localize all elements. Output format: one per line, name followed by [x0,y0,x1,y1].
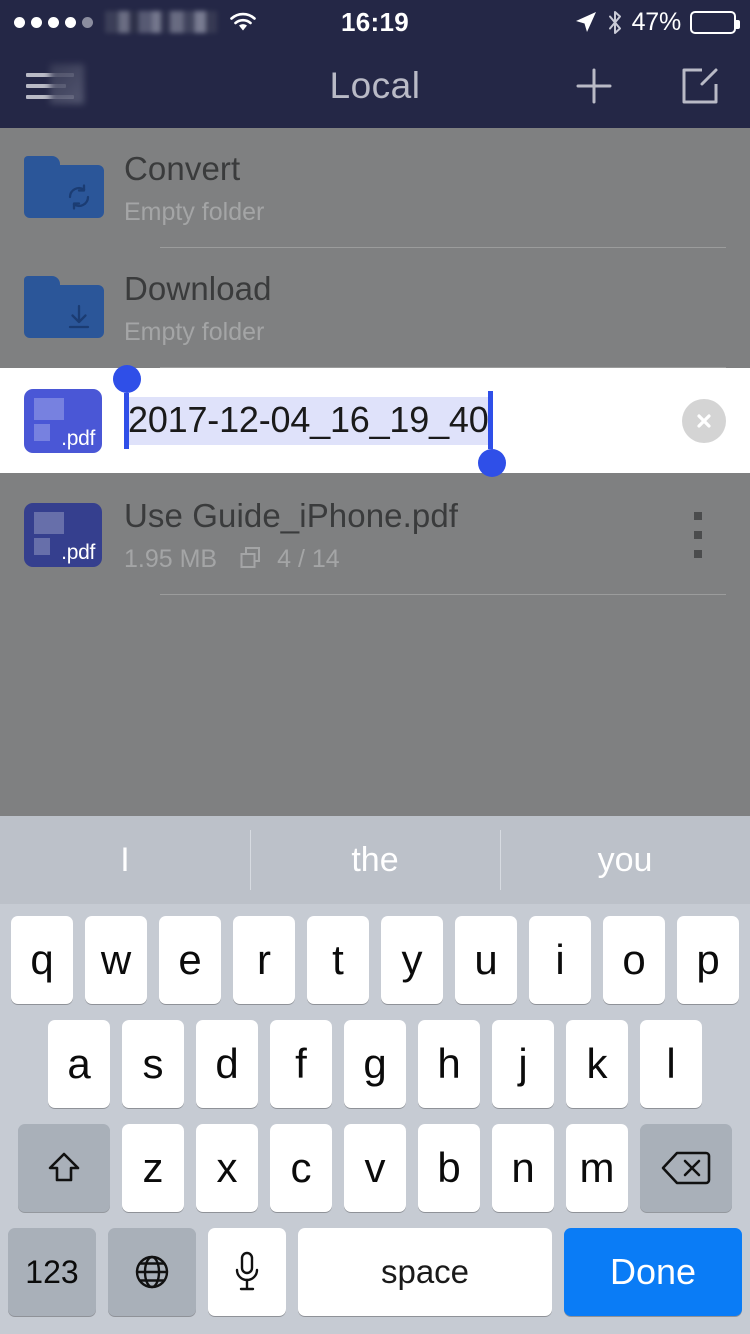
keyboard-keys[interactable]: q w e r t y u i o p a s d f g h j k l z … [0,904,750,1334]
signal-dot [82,16,93,28]
file-name: Download [124,269,272,307]
folder-download-icon [24,276,104,340]
status-bar-left [14,11,574,33]
key-h[interactable]: h [418,1020,480,1108]
keyboard-row-1: q w e r t y u i o p [6,916,744,1004]
microphone-icon[interactable] [208,1228,286,1316]
pdf-file-icon: .pdf [24,388,104,453]
key-d[interactable]: d [196,1020,258,1108]
key-i[interactable]: i [529,916,591,1004]
wifi-icon [228,11,258,33]
key-s[interactable]: s [122,1020,184,1108]
key-b[interactable]: b [418,1124,480,1212]
signal-dot [65,16,76,28]
file-list[interactable]: Convert Empty folder Download Empty fold… [0,128,750,816]
clear-text-button[interactable] [682,398,726,443]
menu-badge-blurred [50,64,84,104]
shift-arrow-icon[interactable] [18,1124,110,1212]
keyboard-row-3: z x c v b n m [6,1124,744,1212]
signal-dot [14,16,25,28]
signal-dot [31,16,42,28]
battery-icon [690,10,740,34]
key-w[interactable]: w [85,916,147,1004]
key-q[interactable]: q [11,916,73,1004]
numbers-key[interactable]: 123 [8,1228,96,1316]
key-n[interactable]: n [492,1124,554,1212]
signal-dot [48,16,59,28]
status-bar-right: 47% [574,7,740,37]
folder-sync-icon [24,156,104,220]
list-item[interactable]: Download Empty folder [0,248,750,368]
row-divider [160,594,726,595]
plus-icon[interactable] [570,62,618,110]
prediction-bar[interactable]: I the you [0,816,750,904]
key-c[interactable]: c [270,1124,332,1212]
kebab-menu-icon[interactable] [670,512,726,558]
key-m[interactable]: m [566,1124,628,1212]
keyboard-bottom-inset [6,1316,744,1334]
key-k[interactable]: k [566,1020,628,1108]
file-subtitle: Empty folder [124,197,265,226]
key-e[interactable]: e [159,916,221,1004]
ios-keyboard[interactable]: I the you q w e r t y u i o p a s d f g … [0,816,750,1334]
key-u[interactable]: u [455,916,517,1004]
key-a[interactable]: a [48,1020,110,1108]
compose-edit-icon[interactable] [676,62,724,110]
key-z[interactable]: z [122,1124,184,1212]
signal-strength-dots [14,16,93,28]
list-item-text: Use Guide_iPhone.pdf 1.95 MB 4 / 14 [124,475,670,595]
battery-percent-label: 47% [631,7,682,36]
rename-input-value: 2017-12-04_16_19_40 [128,398,489,440]
pages-copy-icon [239,546,265,572]
file-name: Convert [124,149,241,187]
list-item-renaming[interactable]: .pdf 2017-12-04_16_19_40 [0,364,750,477]
list-item-text: Convert Empty folder [124,128,726,248]
key-r[interactable]: r [233,916,295,1004]
key-t[interactable]: t [307,916,369,1004]
file-size: 1.95 MB [124,544,218,573]
key-j[interactable]: j [492,1020,554,1108]
space-key[interactable]: space [298,1228,552,1316]
rename-input[interactable]: 2017-12-04_16_19_40 [113,364,506,477]
bluetooth-icon [607,10,623,35]
selection-caret-start [124,392,129,449]
list-item[interactable]: Convert Empty folder [0,128,750,248]
navigation-bar: Local [0,44,750,128]
pdf-file-icon: .pdf [24,503,104,567]
selection-handle-start[interactable] [113,364,141,393]
rename-input-wrap[interactable]: 2017-12-04_16_19_40 [113,364,668,477]
key-o[interactable]: o [603,916,665,1004]
key-f[interactable]: f [270,1020,332,1108]
file-subtitle: Empty folder [124,317,265,346]
selection-handle-end[interactable] [477,448,506,477]
backspace-delete-icon[interactable] [640,1124,732,1212]
keyboard-row-4: 123 space Done [6,1228,744,1316]
key-y[interactable]: y [381,916,443,1004]
globe-language-icon[interactable] [108,1228,196,1316]
list-item[interactable]: .pdf Use Guide_iPhone.pdf 1.95 MB 4 / 14 [0,475,750,595]
selection-caret-end [487,390,493,449]
carrier-name-blurred [105,11,217,33]
key-p[interactable]: p [677,916,739,1004]
suggestion-chip[interactable]: I [0,816,250,904]
hamburger-menu-icon[interactable] [26,64,84,106]
pdf-extension-label: .pdf [61,541,95,564]
suggestion-chip[interactable]: you [500,816,750,904]
key-g[interactable]: g [344,1020,406,1108]
pdf-extension-label: .pdf [61,426,95,450]
list-item-text: Download Empty folder [124,248,726,368]
location-arrow-icon [574,10,598,34]
done-key[interactable]: Done [564,1228,742,1316]
navigation-actions [570,62,724,110]
key-l[interactable]: l [640,1020,702,1108]
iphone-screen: 16:19 47% Local Convert Empty folder Dow… [0,0,750,1334]
file-name: Use Guide_iPhone.pdf [124,496,459,534]
key-x[interactable]: x [196,1124,258,1212]
keyboard-row-2: a s d f g h j k l [6,1020,744,1108]
suggestion-chip[interactable]: the [250,816,500,904]
key-v[interactable]: v [344,1124,406,1212]
status-bar: 16:19 47% [0,0,750,44]
page-count: 4 / 14 [277,544,340,573]
